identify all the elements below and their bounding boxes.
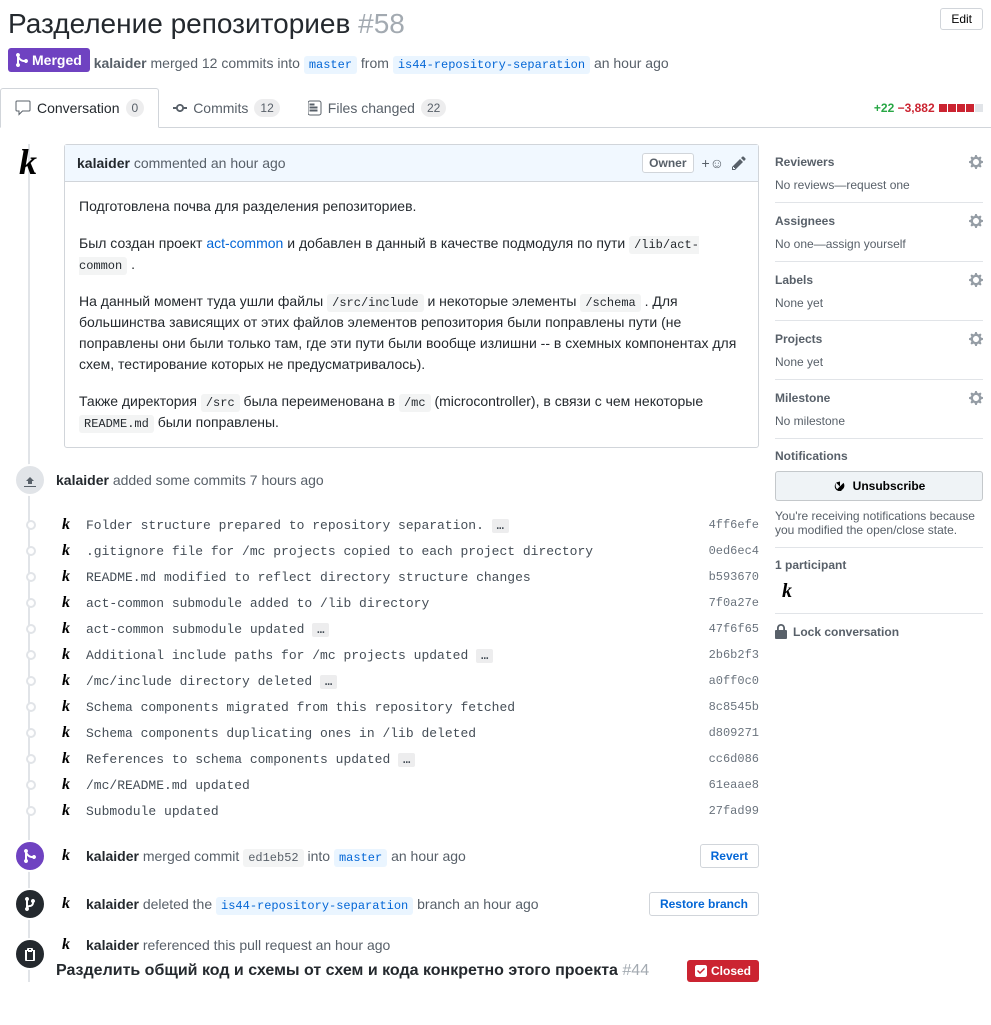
- commit-message[interactable]: act-common submodule added to /lib direc…: [86, 596, 699, 611]
- commit-row[interactable]: k Schema components migrated from this re…: [56, 694, 759, 720]
- comment: kalaider commented an hour ago Owner +☺ …: [64, 144, 759, 448]
- avatar: k: [56, 516, 76, 534]
- commit-message[interactable]: Additional include paths for /mc project…: [86, 648, 699, 663]
- avatar: k: [56, 646, 76, 664]
- avatar: k: [56, 568, 76, 586]
- commit-sha[interactable]: 47f6f65: [709, 622, 759, 636]
- push-icon: [14, 464, 46, 496]
- commit-sha[interactable]: 4ff6efe: [709, 518, 759, 532]
- commit-message[interactable]: Schema components duplicating ones in /l…: [86, 726, 699, 741]
- commit-message[interactable]: Folder structure prepared to repository …: [86, 518, 699, 533]
- gear-icon[interactable]: [969, 213, 983, 229]
- commit-message[interactable]: Submodule updated: [86, 804, 699, 819]
- commit-message[interactable]: References to schema components updated …: [86, 752, 699, 767]
- expand-commit-message[interactable]: …: [492, 519, 509, 533]
- add-reaction-button[interactable]: +☺: [702, 155, 724, 171]
- assign-yourself-link[interactable]: assign yourself: [826, 237, 906, 251]
- commit-row[interactable]: k Folder structure prepared to repository…: [56, 512, 759, 538]
- avatar: k: [56, 672, 76, 690]
- gear-icon[interactable]: [969, 390, 983, 406]
- commit-sha[interactable]: cc6d086: [709, 752, 759, 766]
- merged-icon: [14, 840, 46, 872]
- author-link[interactable]: kalaider: [56, 472, 109, 488]
- lock-conversation-link[interactable]: Lock conversation: [775, 614, 983, 650]
- head-branch[interactable]: is44-repository-separation: [393, 56, 590, 74]
- commit-row[interactable]: k/mc/README.md updated 61eaae8: [56, 772, 759, 798]
- commit-row[interactable]: k .gitignore file for /mc projects copied…: [56, 538, 759, 564]
- avatar: k: [56, 750, 76, 768]
- pr-meta: Merged kalaider merged 12 commits into m…: [8, 48, 983, 72]
- gear-icon[interactable]: [969, 154, 983, 170]
- commit-sha[interactable]: 8c8545b: [709, 700, 759, 714]
- avatar[interactable]: k: [8, 144, 48, 448]
- avatar: k: [56, 698, 76, 716]
- avatar: k: [56, 542, 76, 560]
- expand-commit-message[interactable]: …: [476, 649, 493, 663]
- pr-title: Разделение репозиториев #58: [8, 8, 983, 40]
- state-badge: Merged: [8, 48, 90, 72]
- commit-row[interactable]: k Submodule updated 27fad99: [56, 798, 759, 824]
- commit-message[interactable]: README.md modified to reflect directory …: [86, 570, 699, 585]
- expand-commit-message[interactable]: …: [312, 623, 329, 637]
- edit-comment-button[interactable]: [732, 155, 746, 171]
- act-common-link[interactable]: act-common: [206, 235, 283, 251]
- commit-sha[interactable]: 7f0a27e: [709, 596, 759, 610]
- diffstat: +22 −3,882: [874, 101, 991, 115]
- commit-row[interactable]: k/mc/include directory deleted … a0ff0c0: [56, 668, 759, 694]
- commit-sha[interactable]: d809271: [709, 726, 759, 740]
- comment-author[interactable]: kalaider: [77, 155, 130, 171]
- commit-sha[interactable]: 27fad99: [709, 804, 759, 818]
- commit-row[interactable]: k act-common submodule updated … 47f6f65: [56, 616, 759, 642]
- commit-message[interactable]: .gitignore file for /mc projects copied …: [86, 544, 699, 559]
- avatar[interactable]: k: [56, 936, 76, 954]
- avatar: k: [56, 802, 76, 820]
- tab-commits[interactable]: Commits 12: [159, 89, 294, 127]
- gear-icon[interactable]: [969, 272, 983, 288]
- branch-deleted-icon: [14, 888, 46, 920]
- commit-sha[interactable]: b593670: [709, 570, 759, 584]
- avatar: k: [56, 776, 76, 794]
- avatar: k: [56, 724, 76, 742]
- commit-message[interactable]: /mc/README.md updated: [86, 778, 699, 793]
- avatar[interactable]: k: [56, 895, 76, 913]
- gear-icon[interactable]: [969, 331, 983, 347]
- avatar: k: [56, 594, 76, 612]
- commit-row[interactable]: k README.md modified to reflect directory…: [56, 564, 759, 590]
- unsubscribe-button[interactable]: Unsubscribe: [775, 471, 983, 501]
- edit-button[interactable]: Edit: [940, 8, 983, 30]
- referenced-issue-link[interactable]: Разделить общий код и схемы от схем и ко…: [56, 962, 675, 980]
- commit-row[interactable]: k References to schema components updated…: [56, 746, 759, 772]
- author-link[interactable]: kalaider: [94, 55, 147, 71]
- commit-sha[interactable]: 2b6b2f3: [709, 648, 759, 662]
- revert-button[interactable]: Revert: [700, 844, 759, 868]
- commit-sha[interactable]: 0ed6ec4: [709, 544, 759, 558]
- commit-row[interactable]: k Schema components duplicating ones in /…: [56, 720, 759, 746]
- closed-badge: Closed: [687, 960, 759, 982]
- commit-sha[interactable]: a0ff0c0: [709, 674, 759, 688]
- tab-files-changed[interactable]: Files changed 22: [294, 89, 461, 127]
- commit-row[interactable]: k act-common submodule added to /lib dire…: [56, 590, 759, 616]
- avatar[interactable]: k: [56, 847, 76, 865]
- owner-badge: Owner: [642, 153, 693, 173]
- base-branch[interactable]: master: [304, 56, 357, 74]
- commit-sha[interactable]: 61eaae8: [709, 778, 759, 792]
- tab-conversation[interactable]: Conversation 0: [0, 88, 159, 128]
- commit-row[interactable]: k Additional include paths for /mc projec…: [56, 642, 759, 668]
- participant-avatar[interactable]: k: [775, 580, 799, 603]
- commit-message[interactable]: Schema components migrated from this rep…: [86, 700, 699, 715]
- avatar: k: [56, 620, 76, 638]
- restore-branch-button[interactable]: Restore branch: [649, 892, 759, 916]
- expand-commit-message[interactable]: …: [398, 753, 415, 767]
- commit-message[interactable]: /mc/include directory deleted …: [86, 674, 699, 689]
- commit-message[interactable]: act-common submodule updated …: [86, 622, 699, 637]
- expand-commit-message[interactable]: …: [320, 675, 337, 689]
- reference-icon: [14, 938, 46, 970]
